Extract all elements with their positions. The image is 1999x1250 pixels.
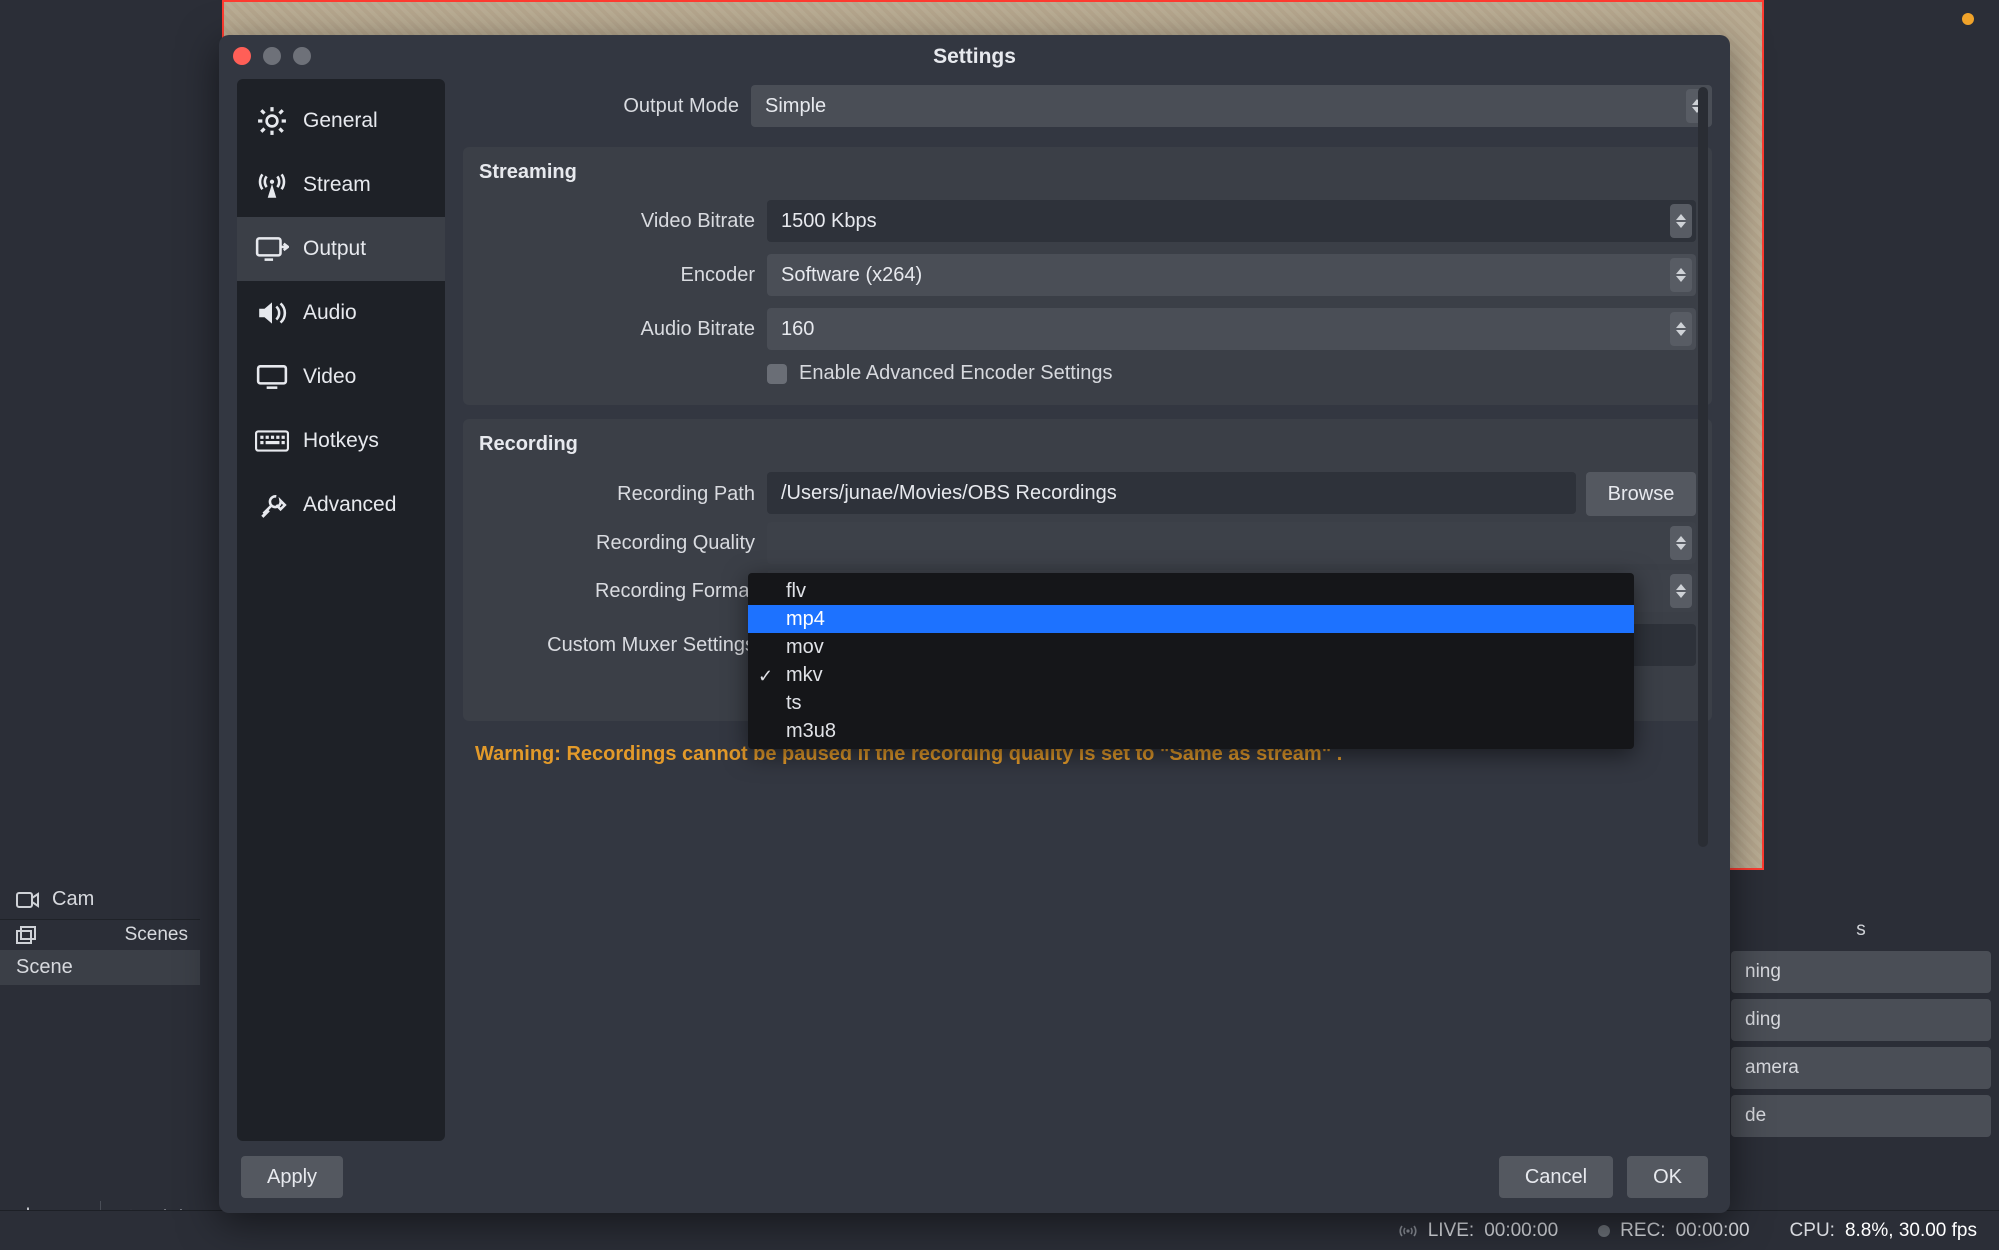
- speaker-icon: [255, 299, 289, 327]
- control-button-fragment[interactable]: de: [1731, 1095, 1991, 1137]
- close-window-button[interactable]: [233, 47, 251, 65]
- sidebar-item-label: Output: [303, 237, 366, 261]
- rec-label: REC:: [1620, 1220, 1665, 1242]
- video-bitrate-value: 1500 Kbps: [781, 210, 877, 233]
- sidebar-item-audio[interactable]: Audio: [237, 281, 445, 345]
- source-item-cam[interactable]: Cam: [0, 880, 200, 919]
- cpu-label: CPU:: [1790, 1220, 1835, 1242]
- live-label: LIVE:: [1428, 1220, 1474, 1242]
- recording-path-input[interactable]: /Users/junae/Movies/OBS Recordings: [767, 472, 1576, 514]
- cancel-button[interactable]: Cancel: [1499, 1156, 1613, 1198]
- controls-header-fragment: s: [1731, 915, 1991, 945]
- tools-icon: [255, 491, 289, 519]
- sidebar-item-hotkeys[interactable]: Hotkeys: [237, 409, 445, 473]
- control-button-fragment[interactable]: amera: [1731, 1047, 1991, 1089]
- encoder-value: Software (x264): [781, 264, 922, 287]
- video-bitrate-label: Video Bitrate: [479, 210, 755, 233]
- sidebar-item-label: Video: [303, 365, 356, 389]
- enable-advanced-label: Enable Advanced Encoder Settings: [799, 362, 1113, 385]
- live-time: 00:00:00: [1484, 1220, 1558, 1242]
- status-dot-icon: [1962, 13, 1974, 25]
- recording-title: Recording: [479, 433, 1696, 456]
- status-bar: LIVE: 00:00:00 REC: 00:00:00 CPU: 8.8%, …: [0, 1210, 1999, 1250]
- streaming-title: Streaming: [479, 161, 1696, 184]
- output-mode-label: Output Mode: [463, 95, 739, 118]
- recording-format-label: Recording Format: [479, 580, 755, 603]
- source-label: Cam: [52, 888, 94, 911]
- dropdown-option-flv[interactable]: flv: [748, 577, 1634, 605]
- custom-muxer-label: Custom Muxer Settings: [479, 634, 755, 657]
- dropdown-option-mp4[interactable]: mp4: [748, 605, 1634, 633]
- stepper-icon[interactable]: [1670, 204, 1692, 238]
- output-icon: [255, 235, 289, 263]
- recording-quality-select[interactable]: [767, 522, 1696, 564]
- monitor-icon: [255, 363, 289, 391]
- dropdown-option-mkv[interactable]: ✓ mkv: [748, 661, 1634, 689]
- control-button-fragment[interactable]: ning: [1731, 951, 1991, 993]
- sidebar-item-label: Advanced: [303, 493, 396, 517]
- dropdown-option-m3u8[interactable]: m3u8: [748, 717, 1634, 745]
- apply-button[interactable]: Apply: [241, 1156, 343, 1198]
- scenes-header-label: Scenes: [125, 924, 188, 946]
- scrollbar[interactable]: [1698, 87, 1708, 847]
- control-button-fragment[interactable]: ding: [1731, 999, 1991, 1041]
- sidebar-item-label: Audio: [303, 301, 357, 325]
- sidebar-item-stream[interactable]: Stream: [237, 153, 445, 217]
- output-mode-value: Simple: [765, 95, 826, 118]
- zoom-window-button[interactable]: [293, 47, 311, 65]
- encoder-label: Encoder: [479, 264, 755, 287]
- recording-quality-label: Recording Quality: [479, 532, 755, 555]
- stepper-icon[interactable]: [1670, 526, 1692, 560]
- audio-bitrate-value: 160: [781, 318, 814, 341]
- restore-icon[interactable]: [16, 926, 38, 944]
- scene-item[interactable]: Scene: [0, 950, 200, 985]
- sidebar-item-label: General: [303, 109, 378, 133]
- keyboard-icon: [255, 427, 289, 455]
- check-icon: ✓: [758, 666, 773, 687]
- audio-bitrate-select[interactable]: 160: [767, 308, 1696, 350]
- broadcast-icon: [1398, 1224, 1418, 1238]
- record-dot-icon: [1598, 1225, 1610, 1237]
- recording-format-dropdown: flv mp4 mov ✓ mkv ts m3u8: [748, 573, 1634, 749]
- sidebar-item-output[interactable]: Output: [237, 217, 445, 281]
- window-title: Settings: [219, 45, 1730, 69]
- encoder-select[interactable]: Software (x264): [767, 254, 1696, 296]
- settings-sidebar: General Stream Output: [237, 79, 445, 1141]
- dropdown-option-mov[interactable]: mov: [748, 633, 1634, 661]
- camera-icon: [16, 890, 40, 910]
- sidebar-item-video[interactable]: Video: [237, 345, 445, 409]
- sidebar-item-general[interactable]: General: [237, 89, 445, 153]
- dropdown-option-label: mkv: [786, 664, 823, 687]
- dropdown-option-ts[interactable]: ts: [748, 689, 1634, 717]
- streaming-section: Streaming Video Bitrate 1500 Kbps Encode…: [463, 147, 1712, 405]
- recording-path-value: /Users/junae/Movies/OBS Recordings: [781, 482, 1117, 505]
- enable-advanced-checkbox[interactable]: [767, 364, 787, 384]
- rec-time: 00:00:00: [1676, 1220, 1750, 1242]
- gear-icon: [255, 107, 289, 135]
- stepper-icon[interactable]: [1670, 574, 1692, 608]
- antenna-icon: [255, 171, 289, 199]
- minimize-window-button[interactable]: [263, 47, 281, 65]
- titlebar[interactable]: Settings: [219, 35, 1730, 79]
- cpu-value: 8.8%, 30.00 fps: [1845, 1220, 1977, 1242]
- audio-bitrate-label: Audio Bitrate: [479, 318, 755, 341]
- settings-window: Settings General Stream: [219, 35, 1730, 1213]
- sidebar-item-label: Hotkeys: [303, 429, 379, 453]
- ok-button[interactable]: OK: [1627, 1156, 1708, 1198]
- sidebar-item-label: Stream: [303, 173, 371, 197]
- output-mode-select[interactable]: Simple: [751, 85, 1712, 127]
- browse-button[interactable]: Browse: [1586, 472, 1696, 516]
- stepper-icon[interactable]: [1670, 258, 1692, 292]
- scenes-header: Scenes: [0, 919, 200, 950]
- recording-path-label: Recording Path: [479, 483, 755, 506]
- sidebar-item-advanced[interactable]: Advanced: [237, 473, 445, 537]
- stepper-icon[interactable]: [1670, 312, 1692, 346]
- video-bitrate-input[interactable]: 1500 Kbps: [767, 200, 1696, 242]
